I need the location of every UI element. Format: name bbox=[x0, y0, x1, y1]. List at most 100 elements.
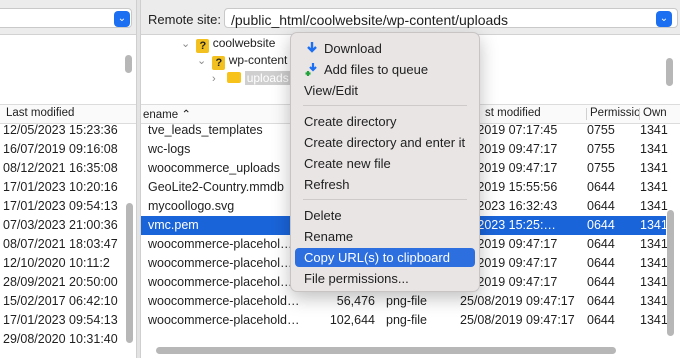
remote-row-owner: 1341 bbox=[640, 313, 668, 327]
local-table-row[interactable]: 08/07/2021 18:03:47 bbox=[0, 235, 124, 254]
remote-row-name: GeoLite2-Country.mmdb bbox=[148, 180, 284, 194]
remote-header-filename[interactable]: ename ⌃ bbox=[143, 107, 191, 121]
local-row-modified: 08/12/2021 16:35:08 bbox=[3, 161, 118, 175]
download-arrow-icon bbox=[307, 42, 317, 53]
menu-item-file-permissions[interactable]: File permissions... bbox=[295, 269, 475, 288]
context-menu: Download Add files to queue View/Edit Cr… bbox=[290, 32, 480, 292]
remote-row-modified: 25/08/2019 09:47:17 bbox=[460, 294, 575, 308]
local-row-modified: 15/02/2017 06:42:10 bbox=[3, 294, 118, 308]
remote-row-owner: 1341 bbox=[640, 218, 668, 232]
remote-path-dropdown-button[interactable]: ⌄ bbox=[656, 11, 672, 27]
remote-table-row[interactable]: woocommerce-placehold… 102,644 png-file 25/… bbox=[141, 311, 668, 330]
tree-item-uploads[interactable]: › uploads bbox=[212, 71, 291, 85]
remote-site-label: Remote site: bbox=[148, 12, 221, 27]
remote-row-permissions: 0644 bbox=[587, 275, 615, 289]
remote-row-permissions: 0644 bbox=[587, 313, 615, 327]
local-row-modified: 17/01/2023 09:54:13 bbox=[3, 313, 118, 327]
local-table-row[interactable]: 12/10/2020 10:11:2 bbox=[0, 254, 124, 273]
local-table-row[interactable]: 28/09/2021 20:50:00 bbox=[0, 273, 124, 292]
remote-row-type: png-file bbox=[386, 294, 427, 308]
menu-item-add-files-to-queue[interactable]: Add files to queue bbox=[295, 60, 475, 79]
remote-row-name: wc-logs bbox=[148, 142, 191, 156]
menu-item-create-new-file[interactable]: Create new file bbox=[295, 154, 475, 173]
local-table-row[interactable]: 17/01/2023 09:54:13 bbox=[0, 197, 124, 216]
remote-row-name: tve_leads_templates bbox=[148, 123, 263, 137]
remote-row-permissions: 0755 bbox=[587, 123, 615, 137]
remote-row-owner: 1341 bbox=[640, 237, 668, 251]
remote-row-owner: 1341 bbox=[640, 256, 668, 270]
menu-item-refresh[interactable]: Refresh bbox=[295, 175, 475, 194]
menu-item-delete[interactable]: Delete bbox=[295, 206, 475, 225]
remote-row-name: woocommerce-placehold… bbox=[148, 313, 300, 327]
remote-row-permissions: 0644 bbox=[587, 199, 615, 213]
local-row-modified: 17/01/2023 10:20:16 bbox=[3, 180, 118, 194]
remote-row-name: woocommerce-placehol… bbox=[148, 275, 293, 289]
folder-icon bbox=[227, 72, 242, 83]
add-to-queue-icon bbox=[305, 63, 317, 76]
local-table-row[interactable]: 07/03/2023 21:00:36 bbox=[0, 216, 124, 235]
remote-table-row[interactable]: woocommerce-placehold… 56,476 png-file 25/0… bbox=[141, 292, 668, 311]
menu-item-download[interactable]: Download bbox=[295, 39, 475, 58]
remote-row-permissions: 0644 bbox=[587, 237, 615, 251]
remote-tree-scrollbar[interactable] bbox=[666, 58, 673, 86]
remote-row-owner: 1341 bbox=[640, 180, 668, 194]
question-folder-icon: ? bbox=[212, 56, 226, 70]
tree-item-coolwebsite[interactable]: ⌄ ? coolwebsite bbox=[181, 36, 275, 53]
remote-header-last-modified[interactable]: st modified bbox=[485, 107, 541, 119]
remote-row-permissions: 0755 bbox=[587, 142, 615, 156]
sort-up-icon: ⌃ bbox=[181, 109, 192, 121]
remote-row-permissions: 0644 bbox=[587, 218, 615, 232]
local-table-row[interactable]: 15/02/2017 06:42:10 bbox=[0, 292, 124, 311]
remote-row-owner: 1341 bbox=[640, 294, 668, 308]
remote-row-owner: 1341 bbox=[640, 142, 668, 156]
local-table-row[interactable]: 08/12/2021 16:35:08 bbox=[0, 159, 124, 178]
local-list-scrollbar[interactable] bbox=[126, 203, 133, 343]
local-row-modified: 16/07/2019 09:16:08 bbox=[3, 142, 118, 156]
remote-row-permissions: 0755 bbox=[587, 161, 615, 175]
menu-item-create-directory-and-enter[interactable]: Create directory and enter it bbox=[295, 133, 475, 152]
tree-item-label: coolwebsite bbox=[212, 36, 276, 50]
local-path-field[interactable] bbox=[0, 8, 132, 28]
menu-item-create-directory[interactable]: Create directory bbox=[295, 112, 475, 131]
local-row-modified: 12/05/2023 15:23:36 bbox=[3, 123, 118, 137]
remote-row-owner: 1341 bbox=[640, 275, 668, 289]
remote-row-modified: 25/08/2019 09:47:17 bbox=[460, 313, 575, 327]
local-site-bar: ⌄ bbox=[0, 0, 136, 35]
local-table-row[interactable]: 17/01/2023 09:54:13 bbox=[0, 311, 124, 330]
menu-item-rename[interactable]: Rename bbox=[295, 227, 475, 246]
remote-list-scrollbar[interactable] bbox=[667, 210, 674, 336]
remote-row-name: vmc.pem bbox=[148, 218, 199, 232]
remote-path-value[interactable]: /public_html/coolwebsite/wp-content/uplo… bbox=[231, 12, 508, 28]
tree-item-label: wp-content bbox=[228, 53, 288, 67]
menu-item-copy-urls[interactable]: Copy URL(s) to clipboard bbox=[295, 248, 475, 267]
local-path-dropdown-button[interactable]: ⌄ bbox=[114, 11, 130, 27]
question-folder-icon: ? bbox=[196, 39, 210, 53]
local-table-row[interactable]: 29/08/2020 10:31:40 bbox=[0, 330, 124, 349]
remote-row-permissions: 0644 bbox=[587, 180, 615, 194]
remote-row-type: png-file bbox=[386, 313, 427, 327]
remote-row-name: mycoollogo.svg bbox=[148, 199, 235, 213]
remote-horizontal-scrollbar[interactable] bbox=[156, 347, 616, 354]
remote-row-name: woocommerce_uploads bbox=[148, 161, 281, 175]
remote-row-permissions: 0644 bbox=[587, 294, 615, 308]
remote-row-owner: 1341 bbox=[640, 161, 668, 175]
remote-row-name: woocommerce-placehol… bbox=[148, 256, 293, 270]
remote-header-permissions[interactable]: Permissio bbox=[590, 107, 640, 119]
remote-row-permissions: 0644 bbox=[587, 256, 615, 270]
local-header-last-modified[interactable]: Last modified bbox=[6, 107, 74, 119]
local-table-row[interactable]: 12/05/2023 15:23:36 bbox=[0, 121, 124, 140]
local-row-modified: 08/07/2021 18:03:47 bbox=[3, 237, 118, 251]
chevron-down-icon[interactable]: ⌄ bbox=[197, 54, 209, 67]
local-tree-scrollbar[interactable] bbox=[125, 55, 132, 73]
local-row-modified: 12/10/2020 10:11:2 bbox=[3, 256, 110, 270]
chevron-down-icon[interactable]: ⌄ bbox=[181, 37, 193, 50]
remote-row-size: 102,644 bbox=[329, 313, 375, 327]
local-row-modified: 28/09/2021 20:50:00 bbox=[3, 275, 118, 289]
tree-item-wp-content[interactable]: ⌄ ? wp-content bbox=[197, 53, 287, 70]
local-table-row[interactable]: 16/07/2019 09:16:08 bbox=[0, 140, 124, 159]
menu-item-view-edit[interactable]: View/Edit bbox=[295, 81, 475, 100]
remote-header-owner[interactable]: Own bbox=[643, 107, 667, 119]
remote-row-size: 56,476 bbox=[336, 294, 375, 308]
local-table-row[interactable]: 17/01/2023 10:20:16 bbox=[0, 178, 124, 197]
chevron-right-icon[interactable]: › bbox=[212, 73, 224, 85]
